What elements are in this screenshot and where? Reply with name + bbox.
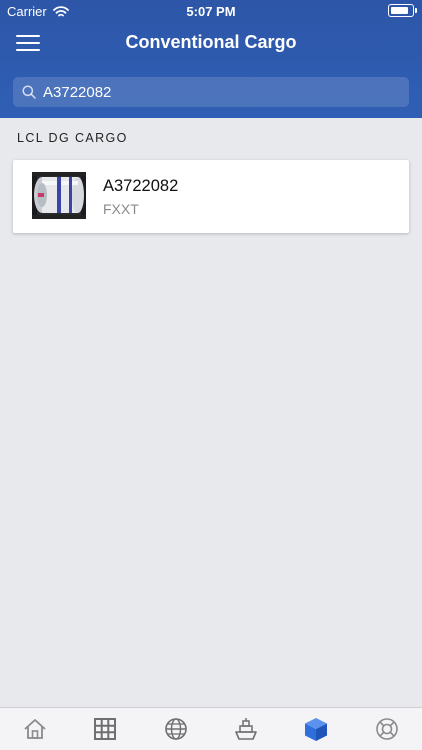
navigation-header: Carrier 5:07 PM Conventional Cargo: [0, 0, 422, 118]
cargo-type: FXXT: [103, 201, 139, 217]
tab-grid[interactable]: [70, 708, 140, 750]
search-icon: [22, 85, 36, 99]
globe-icon: [165, 718, 187, 740]
tab-home[interactable]: [0, 708, 70, 750]
cube-icon: [305, 718, 328, 741]
iso-tank-container-image: [32, 172, 86, 219]
ship-icon: [235, 718, 257, 740]
cargo-list-item[interactable]: A3722082 FXXT: [13, 160, 409, 233]
battery-icon: [388, 4, 417, 17]
status-bar: Carrier 5:07 PM: [0, 0, 422, 22]
tab-globe[interactable]: [141, 708, 211, 750]
tab-help[interactable]: [352, 708, 422, 750]
status-time: 5:07 PM: [186, 4, 236, 19]
cargo-id: A3722082: [103, 177, 179, 195]
home-icon: [24, 719, 46, 739]
page-title: Conventional Cargo: [125, 32, 297, 52]
search-bar[interactable]: [13, 77, 409, 107]
section-title: LCL DG CARGO: [17, 131, 128, 145]
grid-icon: [94, 718, 117, 740]
tab-ship[interactable]: [211, 708, 281, 750]
lifebuoy-icon: [375, 718, 398, 740]
search-input[interactable]: [43, 77, 403, 107]
tab-bar: [0, 707, 422, 750]
tab-cargo[interactable]: [281, 708, 351, 750]
